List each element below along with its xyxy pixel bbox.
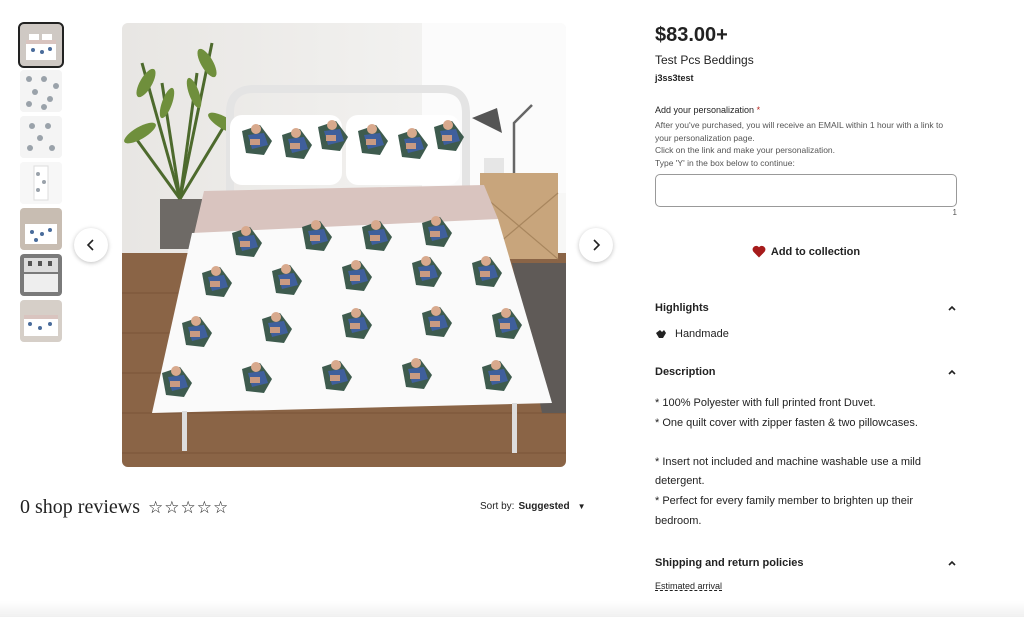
sort-value: Suggested [518, 501, 570, 512]
sort-label: Sort by: [480, 501, 515, 512]
required-mark: * [756, 105, 761, 115]
caret-down-icon: ▼ [577, 502, 586, 511]
thumbnail-4[interactable] [20, 162, 62, 204]
thumbnail-3[interactable] [20, 116, 62, 158]
description-section: Description * 100% Polyester with full p… [655, 366, 957, 531]
next-image-button[interactable] [579, 228, 613, 262]
main-product-image[interactable] [122, 23, 566, 467]
shipping-section: Shipping and return policies Estimated a… [655, 557, 957, 594]
shipping-toggle[interactable]: Shipping and return policies [655, 557, 957, 569]
star-outline-icon: ☆ [196, 498, 212, 517]
sort-dropdown[interactable]: Sort by: Suggested ▼ [480, 501, 586, 512]
thumbnail-1[interactable] [18, 22, 64, 68]
star-outline-icon: ☆ [164, 498, 180, 517]
thumbnail-2[interactable] [20, 70, 62, 112]
personalization-input[interactable] [655, 174, 957, 207]
highlight-item: Handmade [655, 328, 957, 340]
chevron-up-icon [948, 305, 956, 311]
description-text: * 100% Polyester with full printed front… [655, 397, 921, 527]
hands-icon [656, 330, 666, 338]
personalization-instructions: After you've purchased, you will receive… [655, 120, 944, 168]
chevron-right-icon [593, 239, 601, 251]
personalization-label: Add your personalization * [655, 105, 761, 115]
description-toggle[interactable]: Description [655, 366, 957, 378]
price: $83.00+ [655, 24, 728, 46]
previous-image-button[interactable] [74, 228, 108, 262]
heart-icon [752, 245, 766, 258]
highlights-toggle[interactable]: Highlights [655, 302, 957, 314]
thumbnail-7[interactable] [20, 300, 62, 342]
character-count: 1 [952, 208, 957, 217]
listing-title: Test Pcs Beddings [655, 53, 754, 67]
add-to-collection-button[interactable]: Add to collection [655, 245, 957, 258]
thumbnail-list [18, 22, 64, 346]
bottom-shadow [0, 601, 1024, 617]
star-outline-icon: ☆ [147, 498, 164, 517]
listing-details: $83.00+ Test Pcs Beddings j3ss3test Add … [655, 24, 957, 594]
rating-stars: ☆ ☆ ☆ ☆ ☆ [148, 499, 228, 516]
star-outline-icon: ☆ [212, 498, 229, 517]
thumbnail-6[interactable] [20, 254, 62, 296]
shop-name[interactable]: j3ss3test [655, 73, 957, 83]
star-outline-icon: ☆ [180, 498, 196, 517]
reviews-title: 0 shop reviews [20, 496, 140, 518]
reviews-header: 0 shop reviews ☆ ☆ ☆ ☆ ☆ [20, 496, 228, 519]
highlights-section: Highlights Handmade [655, 302, 957, 340]
chevron-left-icon [86, 239, 94, 251]
thumbnail-5[interactable] [20, 208, 62, 250]
estimated-arrival-link[interactable]: Estimated arrival [655, 581, 722, 591]
chevron-up-icon [948, 561, 956, 566]
chevron-up-icon [948, 369, 956, 375]
